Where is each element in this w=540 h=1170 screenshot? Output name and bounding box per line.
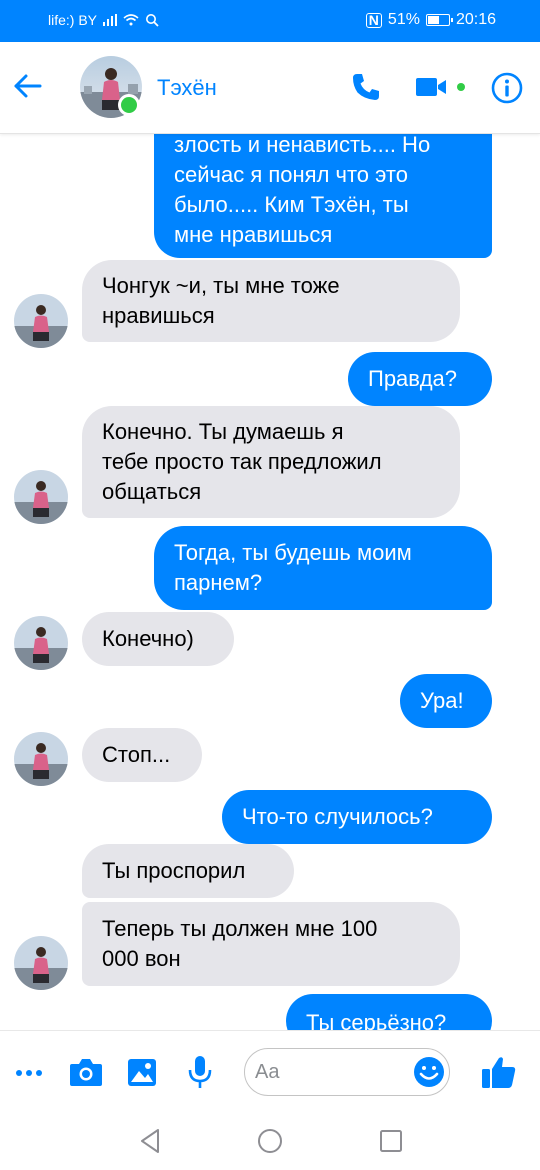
message-bubble-incoming[interactable]: Конечно) — [82, 612, 234, 666]
message-composer — [0, 1030, 540, 1116]
contact-avatar-small[interactable] — [14, 616, 68, 670]
message-bubble-outgoing[interactable]: Тогда, ты будешь моим парнем? — [154, 526, 492, 610]
status-bar: life:) BY N 51% 20:16 — [0, 0, 540, 42]
nfc-icon: N — [365, 12, 382, 28]
message-bubble-outgoing[interactable]: Ура! — [400, 674, 492, 728]
nav-back-icon[interactable] — [136, 1126, 166, 1156]
info-icon[interactable] — [490, 71, 524, 105]
contact-avatar-small[interactable] — [14, 294, 68, 348]
message-bubble-outgoing[interactable]: Правда? — [348, 352, 492, 406]
status-left: life:) BY — [48, 12, 159, 28]
online-status-indicator — [118, 94, 140, 116]
message-bubble-outgoing[interactable]: Ты серьёзно? — [286, 994, 492, 1030]
back-arrow-icon[interactable] — [10, 68, 46, 104]
wifi-icon — [123, 14, 139, 26]
more-icon[interactable] — [14, 1061, 44, 1085]
signal-icon — [103, 14, 118, 26]
image-icon[interactable] — [126, 1055, 158, 1089]
status-right: N 51% 20:16 — [365, 11, 496, 29]
camera-icon[interactable] — [68, 1055, 104, 1089]
message-bubble-incoming[interactable]: Ты проспорил — [82, 844, 294, 898]
message-bubble-incoming[interactable]: Стоп... — [82, 728, 202, 782]
video-camera-icon[interactable] — [414, 73, 448, 101]
system-navigation-bar — [0, 1116, 540, 1170]
contact-avatar-small[interactable] — [14, 732, 68, 786]
nav-home-icon[interactable] — [255, 1126, 285, 1156]
phone-icon[interactable] — [348, 69, 384, 105]
message-thread[interactable]: злость и ненависть.... Но сейчас я понял… — [0, 134, 540, 1030]
thumbs-up-icon[interactable] — [480, 1053, 518, 1091]
conversation-header: Тэхён — [0, 42, 540, 134]
message-bubble-incoming[interactable]: Чонгук ~и, ты мне тоже нравишься — [82, 260, 460, 342]
message-bubble-outgoing[interactable]: Что-то случилось? — [222, 790, 492, 844]
contact-name[interactable]: Тэхён — [157, 75, 217, 101]
microphone-icon[interactable] — [184, 1053, 216, 1091]
message-bubble-outgoing[interactable]: злость и ненависть.... Но сейчас я понял… — [154, 134, 492, 258]
contact-avatar-small[interactable] — [14, 470, 68, 524]
nav-recents-icon[interactable] — [376, 1126, 406, 1156]
battery-percent: 51% — [387, 11, 420, 28]
clock: 20:16 — [455, 11, 496, 28]
contact-avatar-small[interactable] — [14, 936, 68, 990]
battery-icon — [425, 14, 453, 26]
message-bubble-incoming[interactable]: Конечно. Ты думаешь я тебе просто так пр… — [82, 406, 460, 518]
emoji-icon[interactable] — [412, 1055, 446, 1089]
message-bubble-incoming[interactable]: Теперь ты должен мне 100 000 вон — [82, 902, 460, 986]
search-status-icon — [146, 14, 159, 27]
carrier-label: life:) BY — [48, 12, 98, 28]
video-active-dot — [457, 83, 465, 91]
